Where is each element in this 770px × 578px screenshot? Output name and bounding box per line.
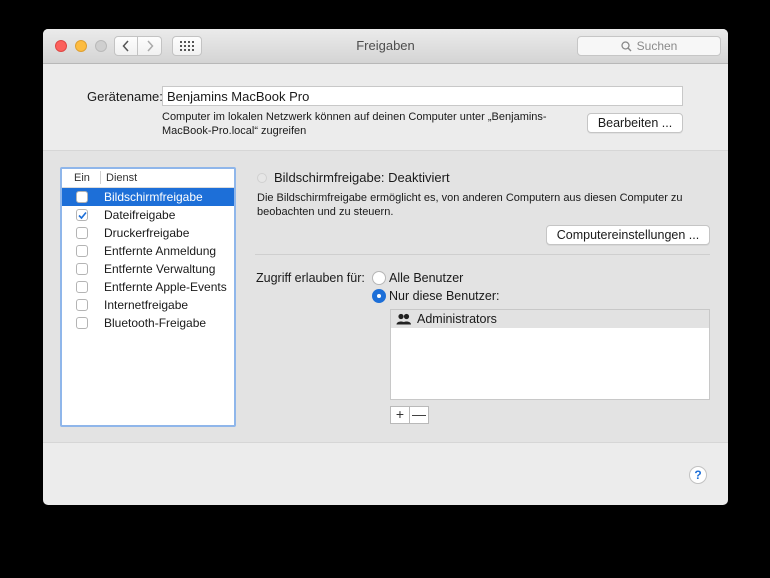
service-row[interactable]: Entfernte Anmeldung [62,242,234,260]
titlebar: Freigaben Suchen [43,29,728,64]
radio-only-these-users[interactable] [372,289,386,303]
column-header-service[interactable]: Dienst [106,172,137,184]
help-button[interactable]: ? [689,466,707,484]
forward-button[interactable] [138,36,162,56]
service-label: Bildschirmfreigabe [104,190,203,204]
grid-icon [180,41,194,51]
minimize-button[interactable] [75,40,87,52]
radio-all-users-label[interactable]: Alle Benutzer [389,271,463,285]
description-line: MacBook-Pro.local“ zugreifen [162,125,307,137]
service-label: Entfernte Verwaltung [104,262,216,276]
status-description-line: beobachten und zu steuern. [257,206,394,218]
add-user-button[interactable]: + [390,406,410,424]
service-list[interactable]: Ein Dienst Bildschirmfreigabe Dateifreiga… [60,167,236,427]
description-line: Computer im lokalen Netzwerk können auf … [162,111,547,123]
divider [255,254,710,255]
service-row[interactable]: Internetfreigabe [62,296,234,314]
service-checkbox[interactable] [76,317,88,329]
close-button[interactable] [55,40,67,52]
device-name-label: Gerätename: [87,89,163,104]
service-checkbox[interactable] [76,209,88,221]
radio-all-users[interactable] [372,271,386,285]
service-checkbox[interactable] [76,227,88,239]
computer-settings-button[interactable]: Computereinstellungen ... [546,225,710,245]
remove-user-button[interactable]: — [409,406,429,424]
service-rows: Bildschirmfreigabe Dateifreigabe Druckerfr… [62,188,234,332]
service-row[interactable]: Bildschirmfreigabe [62,188,234,206]
radio-only-these-users-label[interactable]: Nur diese Benutzer: [389,289,499,303]
service-label: Bluetooth-Freigabe [104,316,207,330]
services-panel: Ein Dienst Bildschirmfreigabe Dateifreiga… [43,150,728,443]
service-label: Internetfreigabe [104,298,189,312]
device-name-description: Computer im lokalen Netzwerk können auf … [162,110,572,138]
service-label: Entfernte Apple-Events [104,280,227,294]
service-checkbox[interactable] [76,281,88,293]
search-icon [620,40,632,51]
access-label: Zugriff erlauben für: [256,271,365,285]
device-name-input[interactable]: Benjamins MacBook Pro [162,86,683,106]
service-list-header: Ein Dienst [62,169,234,188]
column-separator [100,171,101,184]
status-description-line: Die Bildschirmfreigabe ermöglicht es, vo… [257,192,683,204]
column-header-on[interactable]: Ein [74,172,90,184]
service-row[interactable]: Druckerfreigabe [62,224,234,242]
service-row[interactable]: Bluetooth-Freigabe [62,314,234,332]
zoom-button [95,40,107,52]
show-all-button[interactable] [172,36,202,56]
service-checkbox[interactable] [76,245,88,257]
status-indicator-icon [257,173,267,183]
search-placeholder: Suchen [636,39,678,53]
service-row[interactable]: Dateifreigabe [62,206,234,224]
service-checkbox[interactable] [76,191,88,203]
service-row[interactable]: Entfernte Verwaltung [62,260,234,278]
chevron-left-icon [122,40,129,52]
edit-button[interactable]: Bearbeiten ... [587,113,683,133]
service-checkbox[interactable] [76,263,88,275]
service-label: Druckerfreigabe [104,226,190,240]
checkmark-icon [78,211,87,220]
chevron-right-icon [146,40,154,52]
status-description: Die Bildschirmfreigabe ermöglicht es, vo… [257,191,687,219]
group-icon [396,313,411,325]
status-title: Bildschirmfreigabe: Deaktiviert [274,170,450,185]
back-button[interactable] [114,36,138,56]
sharing-window: Freigaben Suchen Gerätename: Benjamins M… [43,29,728,505]
service-label: Entfernte Anmeldung [104,244,217,258]
search-field[interactable]: Suchen [577,36,721,56]
service-row[interactable]: Entfernte Apple-Events [62,278,234,296]
allowed-users-list[interactable]: Administrators [390,309,710,400]
service-label: Dateifreigabe [104,208,176,222]
user-row[interactable]: Administrators [391,310,709,328]
user-name: Administrators [417,312,497,326]
service-checkbox[interactable] [76,299,88,311]
